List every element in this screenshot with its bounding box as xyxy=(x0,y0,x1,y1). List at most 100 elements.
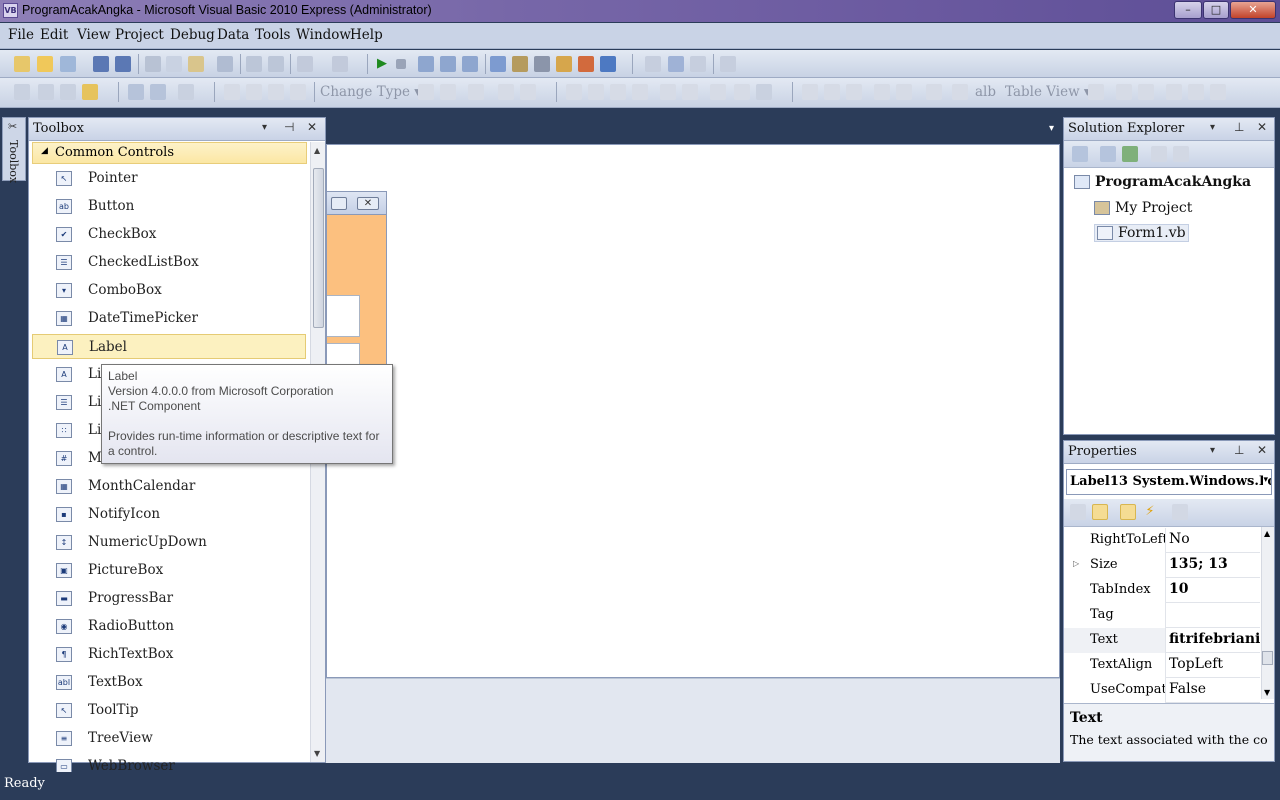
start-debugging-icon[interactable]: ▶ xyxy=(374,56,390,72)
verify-icon[interactable] xyxy=(682,84,698,100)
object-browser-icon[interactable] xyxy=(556,56,572,72)
exclamation-icon[interactable] xyxy=(952,84,968,100)
diagram-icon[interactable] xyxy=(224,84,240,100)
save-icon[interactable] xyxy=(93,56,109,72)
categorized-icon[interactable] xyxy=(1070,504,1086,520)
open-folder-icon[interactable] xyxy=(37,56,53,72)
menu-file[interactable]: File xyxy=(8,27,34,43)
copy-icon[interactable] xyxy=(166,56,182,72)
toolbox-item-textbox[interactable]: abl TextBox xyxy=(32,670,306,695)
verify-sql-icon[interactable] xyxy=(440,84,456,100)
property-value[interactable]: No xyxy=(1168,528,1260,553)
zoom-icon[interactable] xyxy=(1138,84,1154,100)
output-window-icon[interactable] xyxy=(690,56,706,72)
arrange-icon[interactable] xyxy=(1116,84,1132,100)
menu-tools[interactable]: Tools xyxy=(255,27,290,43)
toolbox-item-picturebox[interactable]: ▣ PictureBox xyxy=(32,558,306,583)
property-value[interactable]: 135; 13 xyxy=(1168,553,1260,578)
change-type-dropdown[interactable]: Change Type ▾ xyxy=(320,84,421,100)
execute-sql-icon[interactable] xyxy=(418,84,434,100)
toolbox-item-notifyicon[interactable]: ▪ NotifyIcon xyxy=(32,502,306,527)
solution-explorer-icon[interactable] xyxy=(490,56,506,72)
toolbox-item-label[interactable]: A Label xyxy=(32,334,306,359)
chevron-down-icon[interactable]: ▾ xyxy=(1263,475,1268,485)
layout-icon[interactable] xyxy=(1166,84,1182,100)
form-textbox[interactable] xyxy=(327,295,360,337)
menu-project[interactable]: Project xyxy=(115,27,164,43)
navigate-icon[interactable] xyxy=(645,56,661,72)
step-out-icon[interactable] xyxy=(462,56,478,72)
cut-icon[interactable] xyxy=(145,56,161,72)
form1-design-surface[interactable]: ✕ xyxy=(327,191,387,391)
toolbox-item-tooltip[interactable]: ↖ ToolTip xyxy=(32,698,306,723)
toolbox-item-button[interactable]: ab Button xyxy=(32,194,306,219)
add-table-icon[interactable] xyxy=(498,84,514,100)
properties-scrollbar[interactable]: ▲ ▼ xyxy=(1261,527,1274,699)
menu-view[interactable]: View xyxy=(77,27,110,43)
group-by-icon[interactable] xyxy=(468,84,484,100)
menu-data[interactable]: Data xyxy=(217,27,249,43)
view-designer-icon[interactable] xyxy=(1173,146,1189,162)
close-icon[interactable]: ✕ xyxy=(307,120,317,134)
save-all-icon[interactable] xyxy=(115,56,131,72)
stop-icon[interactable] xyxy=(396,59,406,69)
properties-window-icon[interactable] xyxy=(512,56,528,72)
events-lightning-icon[interactable]: ⚡ xyxy=(1142,504,1158,520)
properties-icon[interactable] xyxy=(1072,146,1088,162)
grid-pane-icon[interactable] xyxy=(588,84,604,100)
extension-icon[interactable] xyxy=(720,56,736,72)
show-all-files-icon[interactable] xyxy=(1100,146,1116,162)
page-break-icon[interactable] xyxy=(1210,84,1226,100)
autosize-icon[interactable] xyxy=(1188,84,1204,100)
add-query-icon[interactable] xyxy=(38,84,54,100)
maximize-button[interactable]: □ xyxy=(1203,1,1229,19)
menu-help[interactable]: Help xyxy=(350,27,383,43)
toolbox-group-common-controls[interactable]: ◢ Common Controls xyxy=(32,142,307,164)
toolbox-item-combobox[interactable]: ▾ ComboBox xyxy=(32,278,306,303)
run-icon[interactable] xyxy=(660,84,676,100)
properties-icon[interactable] xyxy=(756,84,772,100)
sql-icon[interactable] xyxy=(610,84,626,100)
scrollbar-thumb[interactable] xyxy=(1262,651,1273,665)
step-over-icon[interactable] xyxy=(440,56,456,72)
close-icon[interactable]: ✕ xyxy=(1257,443,1267,457)
close-icon[interactable]: ✕ xyxy=(1257,120,1267,134)
table-view-dropdown[interactable]: Table View ▾ xyxy=(1005,84,1091,100)
toolbox-item-datetimepicker[interactable]: ▦ DateTimePicker xyxy=(32,306,306,331)
uncomment-icon[interactable] xyxy=(268,56,284,72)
database-icon[interactable] xyxy=(82,84,98,100)
paste-icon[interactable] xyxy=(188,56,204,72)
toolbox-window-icon[interactable] xyxy=(578,56,594,72)
menu-debug[interactable]: Debug xyxy=(170,27,215,43)
align-icon[interactable] xyxy=(178,84,194,100)
step-into-icon[interactable] xyxy=(418,56,434,72)
toolbox-item-progressbar[interactable]: ▬ ProgressBar xyxy=(32,586,306,611)
dropdown-icon[interactable]: ▾ xyxy=(1210,445,1215,456)
diagram-pane-icon[interactable] xyxy=(566,84,582,100)
remove-icon[interactable] xyxy=(1088,84,1104,100)
find-icon[interactable] xyxy=(217,56,233,72)
toolbox-item-richtextbox[interactable]: ¶ RichTextBox xyxy=(32,642,306,667)
redo-icon[interactable] xyxy=(332,56,348,72)
form1-node[interactable]: Form1.vb xyxy=(1094,224,1189,242)
form-designer-canvas[interactable]: ✕ xyxy=(326,144,1060,678)
pin-icon[interactable]: ⊥ xyxy=(1234,443,1244,457)
data-source-icon[interactable] xyxy=(14,84,30,100)
indexes-icon[interactable] xyxy=(846,84,862,100)
tab-list-dropdown-icon[interactable]: ▾ xyxy=(1049,123,1054,134)
relationships-icon[interactable] xyxy=(824,84,840,100)
dropdown-icon[interactable]: ▾ xyxy=(1210,122,1215,133)
tools-icon[interactable] xyxy=(534,56,550,72)
dropdown-icon[interactable]: ▾ xyxy=(262,122,267,133)
table-designer-icon[interactable] xyxy=(802,84,818,100)
comment-icon[interactable] xyxy=(246,56,262,72)
property-value[interactable]: 10 xyxy=(1168,578,1260,603)
criteria-icon[interactable] xyxy=(246,84,262,100)
toolbox-item-numericupdown[interactable]: ↕ NumericUpDown xyxy=(32,530,306,555)
close-button[interactable]: ✕ xyxy=(1230,1,1276,19)
property-pages-icon[interactable] xyxy=(1172,504,1188,520)
pin-icon[interactable]: ⊥ xyxy=(1234,120,1244,134)
property-row-tabindex[interactable]: TabIndex 10 xyxy=(1064,578,1260,603)
expand-arrow-icon[interactable]: ▷ xyxy=(1073,559,1079,568)
new-project-icon[interactable] xyxy=(14,56,30,72)
